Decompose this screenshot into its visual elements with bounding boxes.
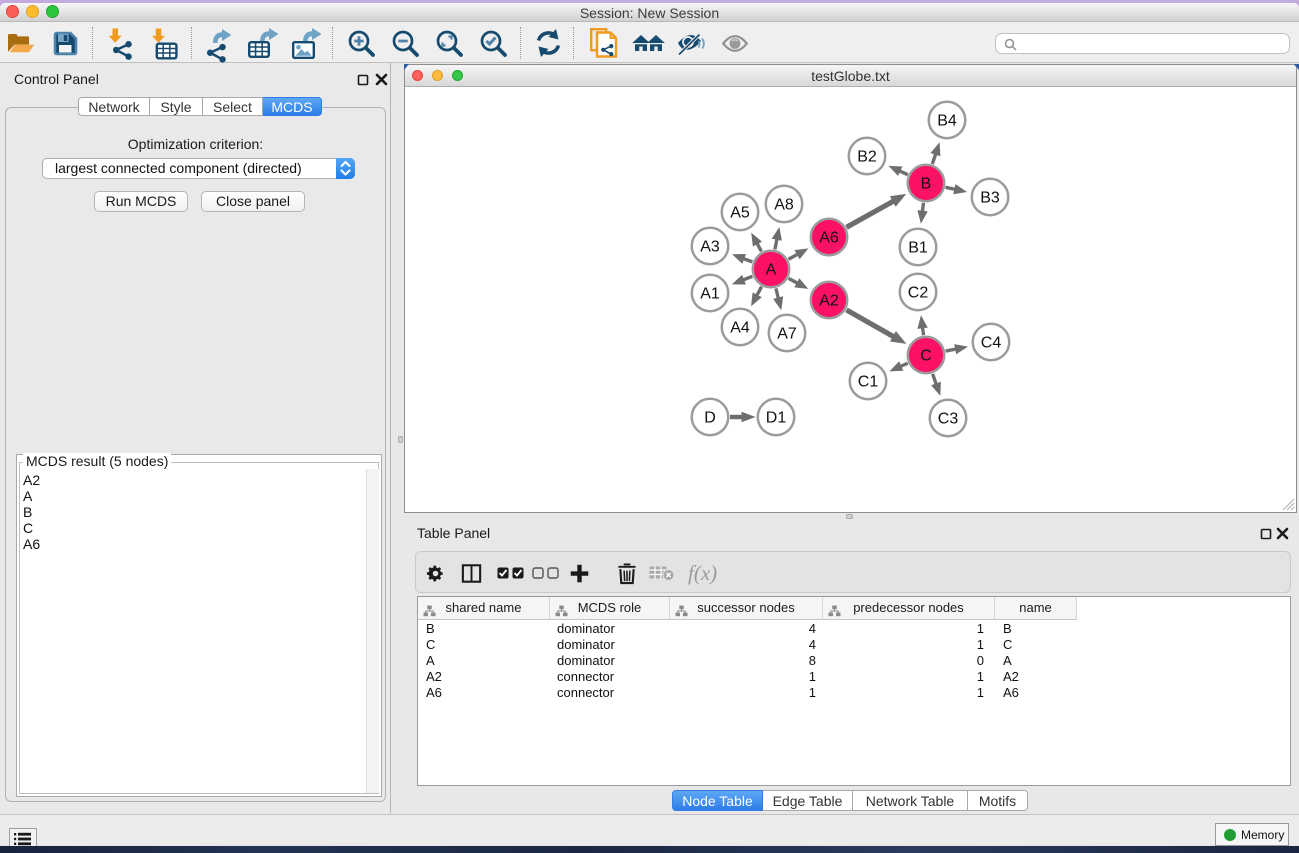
svg-text:A: A bbox=[766, 262, 777, 279]
svg-text:A4: A4 bbox=[730, 320, 750, 337]
svg-text:C2: C2 bbox=[908, 285, 929, 302]
svg-text:B: B bbox=[921, 176, 932, 193]
svg-text:C4: C4 bbox=[981, 335, 1002, 352]
svg-text:D: D bbox=[704, 410, 716, 427]
svg-text:A6: A6 bbox=[819, 230, 839, 247]
svg-text:A8: A8 bbox=[774, 197, 794, 214]
svg-text:A3: A3 bbox=[700, 239, 720, 256]
svg-text:A5: A5 bbox=[730, 205, 750, 222]
svg-text:C3: C3 bbox=[938, 411, 959, 428]
svg-text:A2: A2 bbox=[819, 293, 839, 310]
svg-text:A1: A1 bbox=[700, 286, 720, 303]
svg-text:C: C bbox=[920, 348, 932, 365]
svg-text:B4: B4 bbox=[937, 113, 957, 130]
svg-text:C1: C1 bbox=[858, 374, 879, 391]
svg-text:D1: D1 bbox=[766, 410, 787, 427]
svg-text:B1: B1 bbox=[908, 240, 928, 257]
svg-text:B2: B2 bbox=[857, 149, 877, 166]
svg-text:A7: A7 bbox=[777, 326, 797, 343]
svg-text:B3: B3 bbox=[980, 190, 1000, 207]
